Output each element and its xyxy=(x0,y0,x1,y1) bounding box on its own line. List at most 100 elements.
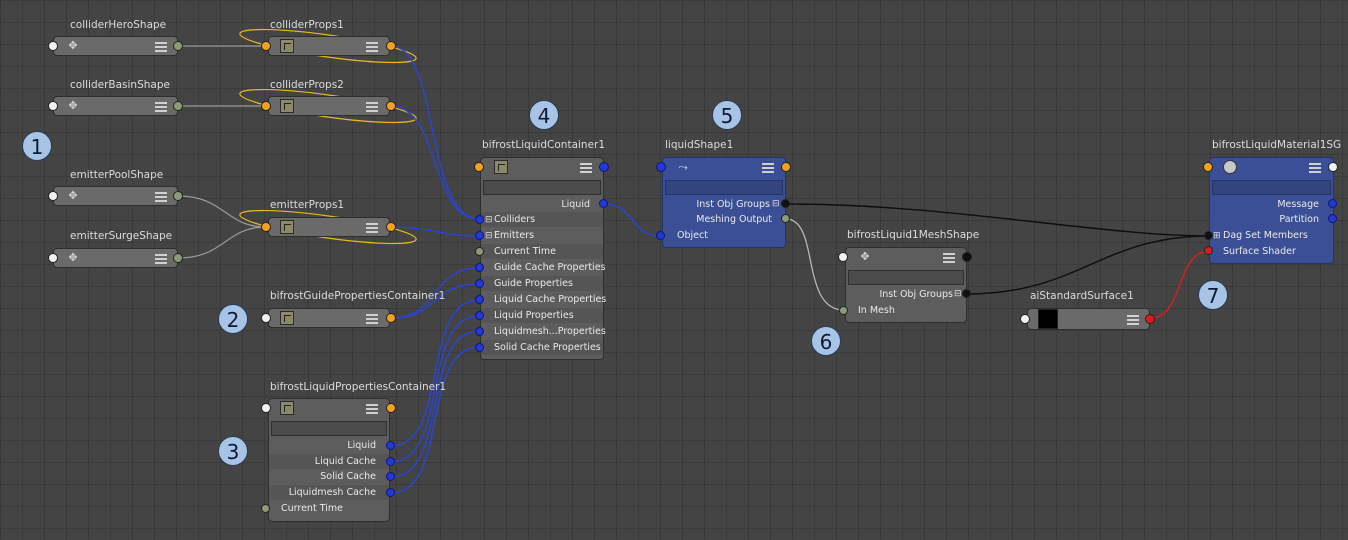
port-liquid-cache[interactable] xyxy=(386,457,395,466)
node-title: bifrostLiquidMaterial1SG xyxy=(1212,139,1342,151)
expand-icon[interactable]: ⊟ xyxy=(485,231,493,241)
input-port[interactable] xyxy=(261,313,271,323)
attribute-list-icon[interactable] xyxy=(155,254,167,264)
port-liquid-out[interactable] xyxy=(599,199,608,208)
port-liquid[interactable] xyxy=(386,441,395,450)
attribute-list-icon[interactable] xyxy=(1309,163,1321,173)
port-liquid-cache-properties[interactable] xyxy=(475,295,484,304)
output-port[interactable] xyxy=(599,162,609,172)
port-inst-obj-groups[interactable] xyxy=(962,289,971,298)
output-port[interactable] xyxy=(1328,162,1338,172)
input-port[interactable] xyxy=(48,101,58,111)
expand-icon[interactable]: ⊟ xyxy=(954,289,962,299)
port-guide-cache-properties[interactable] xyxy=(475,263,484,272)
input-port[interactable] xyxy=(48,191,58,201)
attr-in-mesh: In Mesh xyxy=(858,305,895,316)
input-port[interactable] xyxy=(261,41,271,51)
attr-guide-properties: Guide Properties xyxy=(494,278,573,289)
input-port[interactable] xyxy=(656,162,666,172)
wire-mesh-dagset xyxy=(965,235,1211,295)
attr-dag-set-members: Dag Set Members xyxy=(1223,230,1308,241)
port-liquidmesh-cache[interactable] xyxy=(386,488,395,497)
port-liquidmesh-properties[interactable] xyxy=(475,327,484,336)
attr-colliders: Colliders xyxy=(494,214,536,225)
input-port[interactable] xyxy=(48,253,58,263)
callout-badge-3: 3 xyxy=(218,436,248,466)
port-liquid-properties[interactable] xyxy=(475,311,484,320)
attr-message: Message xyxy=(1277,199,1319,210)
attribute-list-icon[interactable] xyxy=(155,42,167,52)
port-object[interactable] xyxy=(656,231,665,240)
wire-liquid-liquidcache xyxy=(390,299,480,447)
attribute-list-icon[interactable] xyxy=(366,223,378,233)
input-port[interactable] xyxy=(1203,162,1213,172)
output-port[interactable] xyxy=(386,101,396,111)
properties-icon xyxy=(280,401,294,415)
port-solid-cache[interactable] xyxy=(386,472,395,481)
port-guide-properties[interactable] xyxy=(475,279,484,288)
port-dag-set-members[interactable] xyxy=(1204,231,1213,240)
input-port[interactable] xyxy=(838,252,848,262)
output-port[interactable] xyxy=(781,162,791,172)
attribute-list-icon[interactable] xyxy=(366,42,378,52)
attribute-list-icon[interactable] xyxy=(155,192,167,202)
node-title: emitterPoolShape xyxy=(70,169,164,181)
attribute-list-icon[interactable] xyxy=(580,163,592,173)
output-port[interactable] xyxy=(386,222,396,232)
properties-icon xyxy=(280,311,294,325)
properties-icon xyxy=(280,39,294,53)
input-port[interactable] xyxy=(261,403,271,413)
port-in-mesh[interactable] xyxy=(839,306,848,315)
attribute-list-icon[interactable] xyxy=(762,163,774,173)
attribute-list-icon[interactable] xyxy=(943,253,955,263)
node-title: colliderHeroShape xyxy=(70,19,167,31)
input-port[interactable] xyxy=(474,162,484,172)
port-message[interactable] xyxy=(1328,199,1337,208)
callout-badge-5: 5 xyxy=(712,100,742,130)
output-port[interactable] xyxy=(1145,314,1155,324)
input-port[interactable] xyxy=(1020,314,1030,324)
shape-icon: ✥ xyxy=(68,189,78,202)
output-port[interactable] xyxy=(962,252,972,262)
attribute-list-icon[interactable] xyxy=(1127,315,1139,325)
input-port[interactable] xyxy=(261,222,271,232)
port-solid-cache-properties[interactable] xyxy=(475,343,484,352)
attribute-list-icon[interactable] xyxy=(155,102,167,112)
expand-icon[interactable]: ⊞ xyxy=(1213,231,1221,241)
port-colliders[interactable] xyxy=(475,215,484,224)
attr-meshing-output: Meshing Output xyxy=(696,214,772,225)
port-meshing-output[interactable] xyxy=(781,214,790,223)
port-inst-obj-groups[interactable] xyxy=(781,199,790,208)
properties-icon xyxy=(280,220,294,234)
attr-liquid-properties: Liquid Properties xyxy=(494,310,574,321)
node-swatch-bar xyxy=(848,270,964,285)
shape-icon: ✥ xyxy=(68,39,78,52)
attr-liquidmesh-properties: Liquidmesh...Properties xyxy=(494,326,606,337)
attr-liquid-cache-properties: Liquid Cache Properties xyxy=(494,294,607,305)
output-port[interactable] xyxy=(386,41,396,51)
output-port[interactable] xyxy=(386,403,396,413)
callout-badge-1: 1 xyxy=(22,131,52,161)
wire-liquid-meshprops xyxy=(390,330,480,478)
output-port[interactable] xyxy=(173,101,183,111)
attr-surface-shader: Surface Shader xyxy=(1223,246,1296,257)
port-current-time[interactable] xyxy=(261,504,270,513)
output-port[interactable] xyxy=(173,41,183,51)
attribute-list-icon[interactable] xyxy=(366,102,378,112)
input-port[interactable] xyxy=(48,41,58,51)
attribute-list-icon[interactable] xyxy=(366,404,378,414)
output-port[interactable] xyxy=(173,191,183,201)
port-partition[interactable] xyxy=(1328,214,1337,223)
expand-icon[interactable]: ⊟ xyxy=(485,215,493,225)
port-emitters[interactable] xyxy=(475,231,484,240)
port-surface-shader[interactable] xyxy=(1204,246,1213,255)
node-title: aiStandardSurface1 xyxy=(1030,290,1134,302)
input-port[interactable] xyxy=(261,101,271,111)
output-port[interactable] xyxy=(173,253,183,263)
expand-icon[interactable]: ⊟ xyxy=(772,199,780,209)
output-port[interactable] xyxy=(386,313,396,323)
port-current-time[interactable] xyxy=(475,247,484,256)
node-title: colliderBasinShape xyxy=(70,79,170,91)
attribute-list-icon[interactable] xyxy=(366,314,378,324)
node-title: colliderProps2 xyxy=(270,79,344,91)
